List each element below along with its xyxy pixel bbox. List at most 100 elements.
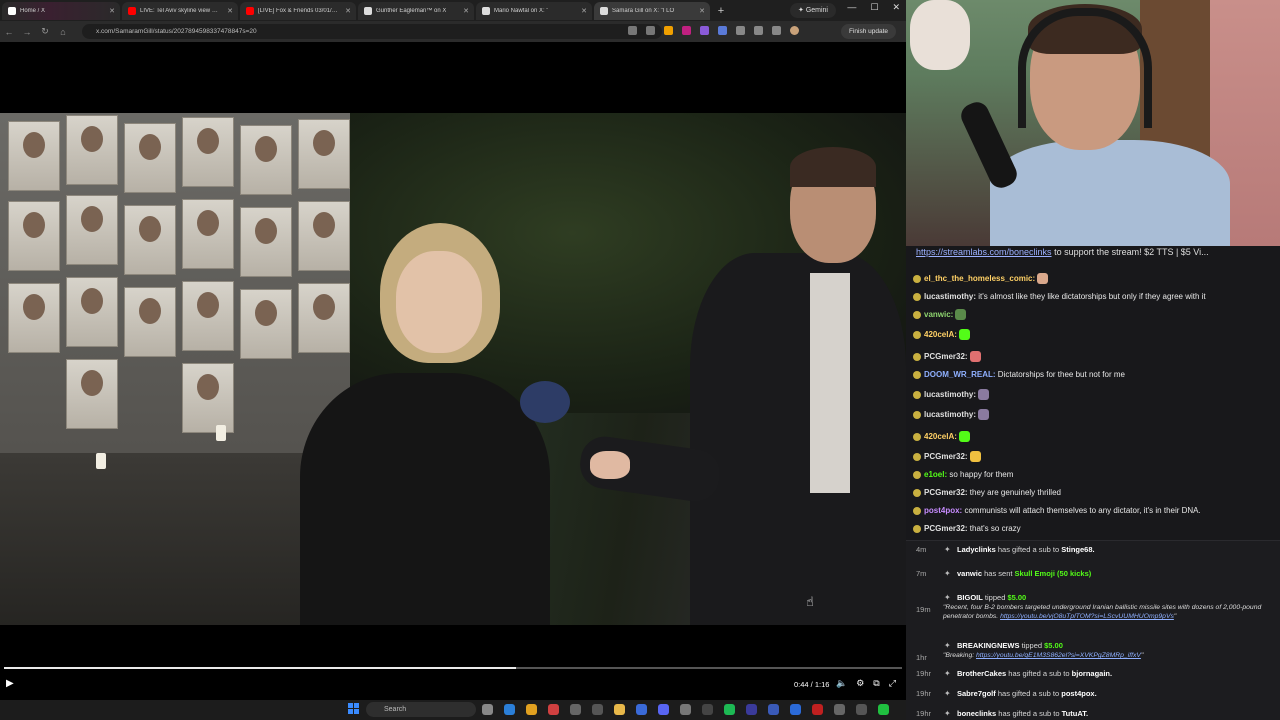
close-window-icon[interactable]: ✕: [892, 2, 900, 13]
mascot-figure: [910, 0, 970, 70]
app-icon[interactable]: [768, 704, 779, 715]
chat-username[interactable]: DOOM_WR_REAL:: [924, 370, 996, 379]
discord-icon[interactable]: [658, 704, 669, 715]
app-icon[interactable]: [834, 704, 845, 715]
reload-icon[interactable]: ↻: [36, 26, 54, 37]
new-tab-button[interactable]: +: [712, 5, 730, 17]
bookmark-star-icon[interactable]: [646, 26, 655, 35]
sidebar-icon[interactable]: [754, 26, 763, 35]
app-icon[interactable]: [702, 704, 713, 715]
spotify-icon[interactable]: [724, 704, 735, 715]
install-icon[interactable]: [628, 26, 637, 35]
activity-target: TutuAT.: [1061, 709, 1089, 718]
close-tab-icon[interactable]: ✕: [345, 7, 351, 15]
activity-age: 19hr: [916, 689, 932, 698]
chat-text: it's almost like they like dictatorships…: [976, 292, 1206, 301]
app-icon[interactable]: [746, 704, 757, 715]
maximize-icon[interactable]: ☐: [870, 2, 878, 13]
close-tab-icon[interactable]: ✕: [463, 7, 469, 15]
app-icon[interactable]: [856, 704, 867, 715]
chat-message: PCGmer32:: [906, 448, 1280, 466]
activity-username[interactable]: Sabre7golf: [957, 689, 996, 698]
face: [396, 251, 482, 353]
extension-icon[interactable]: [718, 26, 727, 35]
chat-username[interactable]: e1oel:: [924, 470, 947, 479]
puzzle-icon[interactable]: [736, 26, 745, 35]
chat-username[interactable]: vanwic:: [924, 310, 953, 319]
app-icon[interactable]: [636, 704, 647, 715]
x-logo-icon: [364, 6, 372, 15]
activity-text: Sabre7golf has gifted a sub to post4pox.: [957, 689, 1097, 698]
chat-username[interactable]: PCGmer32:: [924, 352, 968, 361]
folder-icon[interactable]: [614, 704, 625, 715]
forward-icon[interactable]: →: [18, 27, 36, 37]
poster: [182, 281, 234, 351]
tab-mario[interactable]: Mario Nawfal on X: " ✕: [476, 1, 592, 20]
close-tab-icon[interactable]: ✕: [227, 7, 233, 15]
video-player[interactable]: [0, 113, 906, 625]
taskbar-search[interactable]: Search: [366, 702, 476, 717]
tab-fox-friends[interactable]: [LIVE] Fox & Friends 03/01/20 ✕: [240, 1, 356, 20]
close-tab-icon[interactable]: ✕: [581, 7, 587, 15]
progress-bar[interactable]: [4, 667, 902, 669]
gemini-button[interactable]: ✦ Gemini: [790, 3, 836, 18]
activity-username[interactable]: BREAKINGNEWS: [957, 641, 1020, 650]
pip-icon[interactable]: ⧉: [873, 678, 879, 689]
chat-username[interactable]: 420celA:: [924, 432, 957, 441]
app-icon[interactable]: [680, 704, 691, 715]
play-icon[interactable]: ▶: [6, 678, 14, 689]
chat-username[interactable]: lucastimothy:: [924, 410, 976, 419]
chrome-icon[interactable]: [548, 704, 559, 715]
chat-username[interactable]: 420celA:: [924, 330, 957, 339]
profile-avatar-icon[interactable]: [790, 26, 799, 35]
app-icon[interactable]: [812, 704, 823, 715]
tab-samara[interactable]: Samara Gill on X: "I LO ✕: [594, 1, 710, 20]
downloads-icon[interactable]: [772, 26, 781, 35]
fullscreen-icon[interactable]: ⤢: [889, 678, 896, 689]
kick-gift-icon: ✦: [944, 689, 951, 698]
activity-verb: has sent: [982, 569, 1015, 578]
activity-username[interactable]: vanwic: [957, 569, 982, 578]
activity-username[interactable]: boneclinks: [957, 709, 996, 718]
poster: [182, 363, 234, 433]
app-icon[interactable]: [570, 704, 581, 715]
video-time: 0:44 / 1:16: [794, 680, 830, 689]
extension-icon[interactable]: [700, 26, 709, 35]
streamlabs-link[interactable]: https://streamlabs.com/boneclinks: [916, 247, 1052, 257]
volume-icon[interactable]: 🔈: [836, 678, 847, 689]
headphones: [1018, 8, 1152, 128]
file-explorer-icon[interactable]: [482, 704, 493, 715]
app-icon[interactable]: [592, 704, 603, 715]
close-tab-icon[interactable]: ✕: [699, 7, 705, 15]
chrome-icon[interactable]: [526, 704, 537, 715]
close-tab-icon[interactable]: ✕: [109, 7, 115, 15]
finish-update-button[interactable]: Finish update: [840, 24, 896, 39]
emote-icon: [1037, 273, 1049, 285]
url-field[interactable]: x.com/SamaramGill/status/202789459833747…: [82, 24, 662, 39]
home-icon[interactable]: ⌂: [54, 27, 72, 37]
activity-username[interactable]: BIGOIL: [957, 593, 983, 602]
tab-gunther[interactable]: Gunther Eagleman™ on X ✕: [358, 1, 474, 20]
chat-username[interactable]: PCGmer32:: [924, 452, 968, 461]
tip-message-link[interactable]: https://youtu.be/vjO8uTplTOM?si=LScvUUMH…: [1000, 613, 1174, 620]
minimize-icon[interactable]: —: [847, 2, 856, 13]
chat-username[interactable]: el_thc_the_homeless_comic:: [924, 274, 1035, 283]
back-icon[interactable]: ←: [0, 27, 18, 37]
app-icon[interactable]: [790, 704, 801, 715]
windows-start-icon[interactable]: [348, 703, 360, 715]
app-icon[interactable]: [878, 704, 889, 715]
chat-username[interactable]: lucastimothy:: [924, 292, 976, 301]
chat-username[interactable]: post4pox:: [924, 506, 962, 515]
chat-username[interactable]: lucastimothy:: [924, 390, 976, 399]
chat-username[interactable]: PCGmer32:: [924, 488, 968, 497]
tab-tel-aviv-live[interactable]: LIVE: Tel Aviv skyline view as Isr ✕: [122, 1, 238, 20]
extension-icon[interactable]: [664, 26, 673, 35]
extension-icon[interactable]: [682, 26, 691, 35]
tip-message-link[interactable]: https://youtu.be/qE1M3S862el?si=XVKPgZ8M…: [976, 652, 1141, 659]
activity-username[interactable]: Ladyclinks: [957, 545, 996, 554]
activity-username[interactable]: BrotherCakes: [957, 669, 1006, 678]
settings-icon[interactable]: ⚙: [856, 678, 864, 689]
edge-icon[interactable]: [504, 704, 515, 715]
tab-home-x[interactable]: Home / X ✕: [2, 1, 120, 20]
chat-username[interactable]: PCGmer32:: [924, 524, 968, 533]
